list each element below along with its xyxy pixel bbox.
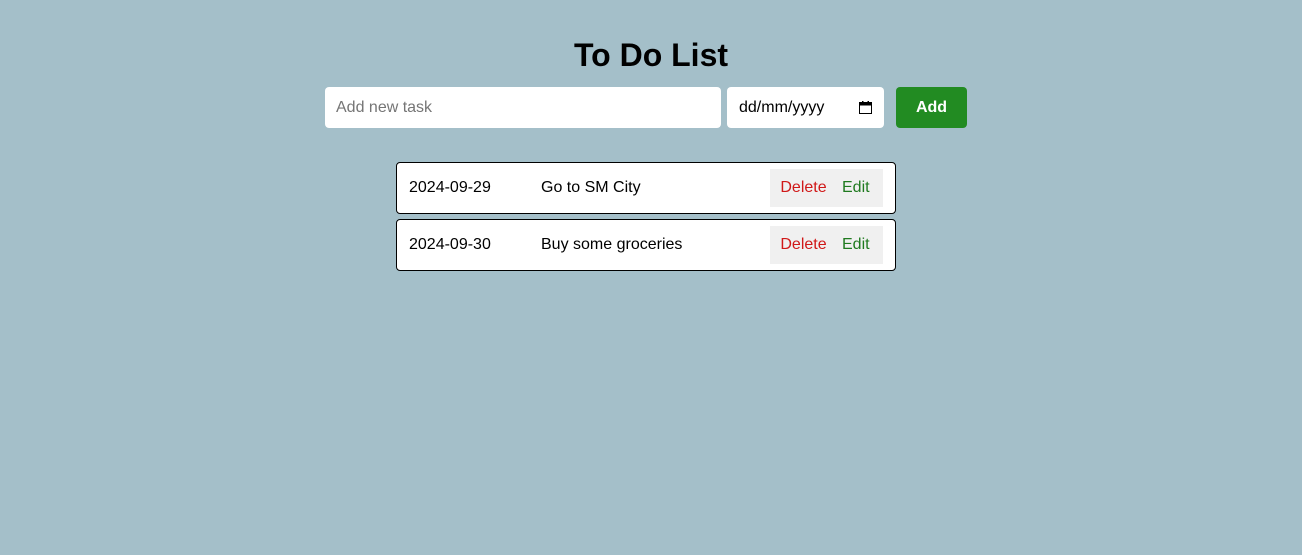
date-input[interactable]: dd/mm/yyyy bbox=[727, 87, 884, 128]
task-item: 2024-09-30 Buy some groceries Delete Edi… bbox=[396, 219, 896, 271]
task-date: 2024-09-29 bbox=[409, 179, 491, 196]
edit-button[interactable]: Edit bbox=[837, 226, 883, 264]
edit-button[interactable]: Edit bbox=[837, 169, 883, 207]
delete-button[interactable]: Delete bbox=[770, 226, 837, 264]
task-actions: Delete Edit bbox=[770, 226, 883, 264]
task-item: 2024-09-29 Go to SM City Delete Edit bbox=[396, 162, 896, 214]
page-title: To Do List bbox=[573, 37, 729, 73]
task-actions: Delete Edit bbox=[770, 169, 883, 207]
delete-button[interactable]: Delete bbox=[770, 169, 837, 207]
task-text: Go to SM City bbox=[541, 179, 641, 196]
add-button[interactable]: Add bbox=[896, 87, 967, 128]
calendar-icon[interactable] bbox=[859, 101, 872, 114]
task-list: 2024-09-29 Go to SM City Delete Edit 202… bbox=[396, 162, 896, 276]
date-input-text: dd/mm/yyyy bbox=[739, 98, 825, 116]
task-input[interactable] bbox=[325, 87, 721, 128]
task-text: Buy some groceries bbox=[541, 236, 683, 253]
task-date: 2024-09-30 bbox=[409, 236, 491, 253]
